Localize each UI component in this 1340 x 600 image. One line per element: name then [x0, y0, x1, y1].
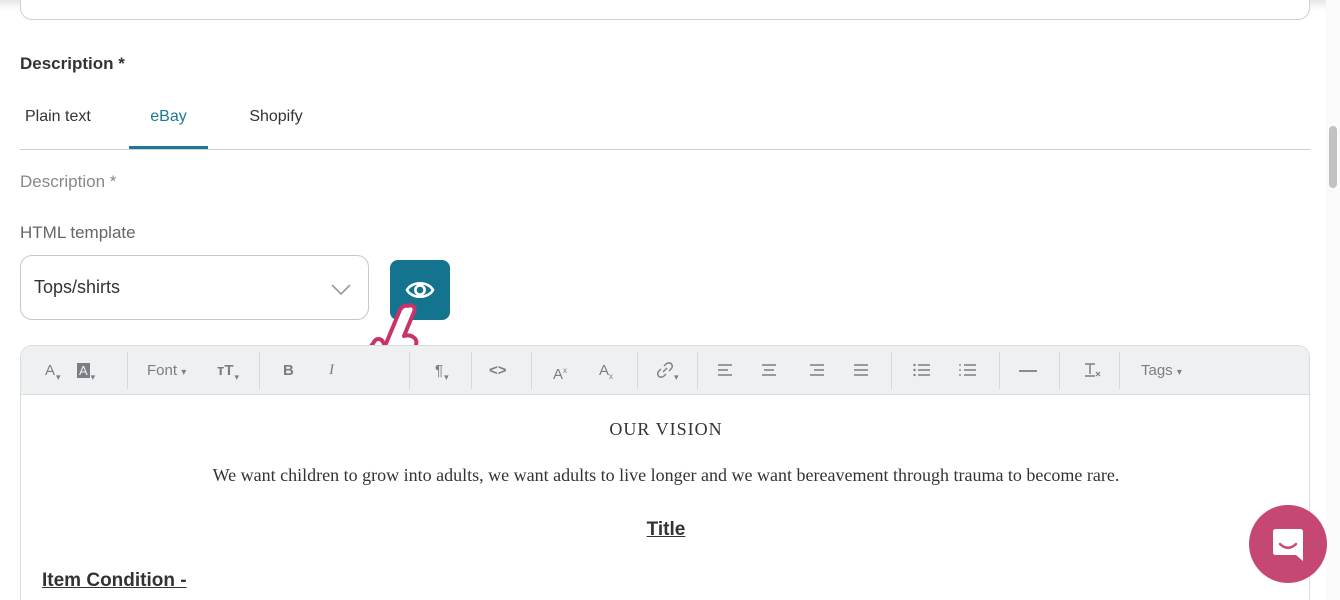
align-left-icon — [718, 364, 732, 376]
scrollbar-track[interactable] — [1326, 0, 1340, 600]
justify-icon — [854, 364, 868, 376]
numbered-list-button[interactable] — [959, 346, 977, 395]
clear-format-icon — [1085, 363, 1101, 377]
code-view-button[interactable]: <> — [489, 346, 507, 395]
numbered-list-icon — [959, 364, 976, 376]
description-tabs: Plain text eBay Shopify — [20, 96, 1310, 150]
vision-paragraph: We want children to grow into adults, we… — [212, 465, 1120, 485]
toolbar-divider — [471, 352, 472, 389]
superscript-button[interactable]: Ax — [553, 346, 567, 395]
italic-button[interactable]: I — [329, 346, 334, 395]
tab-ebay[interactable]: eBay — [129, 96, 208, 149]
title-text: Title — [646, 519, 686, 540]
tags-dropdown[interactable]: Tags ▾ — [1141, 346, 1182, 395]
editor-content[interactable]: OUR VISION We want children to grow into… — [21, 395, 1309, 600]
bullet-list-button[interactable] — [913, 346, 931, 395]
previous-field[interactable] — [20, 0, 1310, 20]
align-left-button[interactable] — [717, 346, 733, 395]
toolbar-divider — [1119, 352, 1120, 389]
background-color-button[interactable]: A ▾ — [77, 346, 95, 395]
html-template-label: HTML template — [20, 223, 136, 242]
chevron-down-icon — [331, 284, 351, 296]
chat-bubble-icon — [1273, 529, 1303, 561]
link-icon — [657, 362, 673, 378]
tab-shopify[interactable]: Shopify — [241, 96, 311, 149]
justify-button[interactable] — [853, 346, 869, 395]
clear-format-button[interactable] — [1083, 346, 1101, 395]
item-condition-text: Item Condition - — [42, 570, 187, 591]
toolbar-divider — [891, 352, 892, 389]
horizontal-rule-icon — [1019, 370, 1037, 372]
vision-heading: OUR VISION — [609, 419, 723, 439]
align-right-icon — [810, 364, 824, 376]
toolbar-divider — [1059, 352, 1060, 389]
toolbar-divider — [531, 352, 532, 389]
font-size-button[interactable]: тT▾ — [217, 346, 239, 395]
toolbar-divider — [259, 352, 260, 389]
chat-button[interactable] — [1249, 505, 1327, 583]
editor-toolbar: A▾ A ▾ Font ▾ тT▾ B I ¶▾ <> Ax Ax ▾ Tags… — [21, 346, 1309, 395]
rich-text-editor: A▾ A ▾ Font ▾ тT▾ B I ¶▾ <> Ax Ax ▾ Tags… — [20, 345, 1310, 600]
eye-icon — [405, 281, 435, 299]
html-template-select[interactable]: Tops/shirts — [20, 255, 369, 320]
font-dropdown[interactable]: Font ▾ — [147, 346, 186, 395]
paragraph-button[interactable]: ¶▾ — [435, 346, 449, 395]
link-button[interactable]: ▾ — [657, 346, 679, 395]
align-right-button[interactable] — [809, 346, 825, 395]
toolbar-divider — [127, 352, 128, 389]
text-color-button[interactable]: A▾ — [45, 346, 61, 395]
toolbar-divider — [409, 352, 410, 389]
subscript-button[interactable]: Ax — [599, 346, 613, 395]
html-template-value: Tops/shirts — [34, 277, 121, 297]
align-center-button[interactable] — [761, 346, 777, 395]
align-center-icon — [762, 364, 776, 376]
toolbar-divider — [697, 352, 698, 389]
toolbar-divider — [637, 352, 638, 389]
preview-template-button[interactable] — [390, 260, 450, 320]
tab-plain-text[interactable]: Plain text — [20, 96, 100, 149]
bold-button[interactable]: B — [283, 346, 294, 395]
toolbar-divider — [999, 352, 1000, 389]
section-title: Description * — [20, 54, 125, 73]
description-label: Description * — [20, 172, 117, 191]
scrollbar-thumb[interactable] — [1329, 126, 1337, 188]
horizontal-rule-button[interactable] — [1019, 346, 1037, 395]
bullet-list-icon — [913, 363, 930, 377]
